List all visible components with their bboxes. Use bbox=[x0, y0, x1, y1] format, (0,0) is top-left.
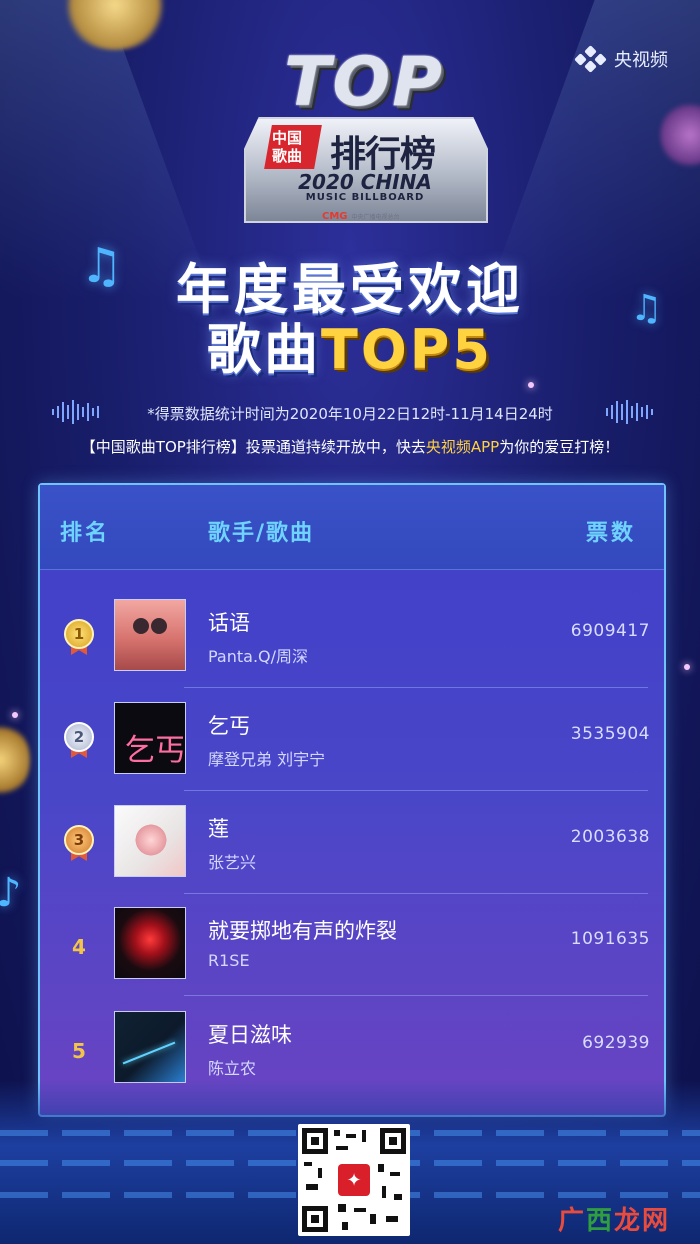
song-title: 乞丐 bbox=[208, 714, 250, 738]
gold-medal-icon: 1 bbox=[64, 619, 94, 657]
vote-cta-prefix: 【中国歌曲TOP排行榜】投票通道持续开放中，快去 bbox=[80, 438, 426, 456]
vote-cta: 【中国歌曲TOP排行榜】投票通道持续开放中，快去央视频APP为你的爱豆打榜！ bbox=[0, 436, 700, 457]
logo-year-line: 2020 CHINA bbox=[298, 170, 432, 194]
album-cover[interactable]: 乞丐 bbox=[114, 702, 186, 774]
artist-name: 张艺兴 bbox=[208, 853, 257, 872]
cmg-logo-text: CMG bbox=[322, 210, 348, 222]
album-cover[interactable] bbox=[114, 805, 186, 877]
brand-logo[interactable]: 央视频 bbox=[574, 45, 668, 73]
vote-count: 692939 bbox=[582, 1033, 650, 1053]
brand-name: 央视频 bbox=[614, 50, 668, 71]
artist-name: R1SE bbox=[208, 951, 250, 970]
logo-top-text: TOP bbox=[283, 42, 445, 122]
album-cover[interactable] bbox=[114, 599, 186, 671]
vote-count: 3535904 bbox=[570, 724, 650, 744]
stats-period-note: *得票数据统计时间为2020年10月22日12时-11月14日24时 bbox=[147, 405, 553, 423]
row-divider bbox=[184, 995, 648, 996]
headline-accent: TOP5 bbox=[321, 318, 493, 381]
artist-name: 陈立农 bbox=[208, 1059, 257, 1078]
headline-line2: 歌曲TOP5 bbox=[0, 305, 700, 384]
app-name-highlight[interactable]: 央视频APP bbox=[426, 438, 499, 456]
column-rank: 排名 bbox=[60, 521, 111, 546]
song-title: 就要掷地有声的炸裂 bbox=[208, 919, 397, 943]
silver-medal-icon: 2 bbox=[64, 722, 94, 760]
song-title: 夏日滋味 bbox=[208, 1023, 292, 1047]
cctv-video-icon: ✦ bbox=[338, 1164, 370, 1196]
watermark-char: 西 bbox=[585, 1206, 614, 1236]
logo-footer: CMG 中央广播电视总台 bbox=[322, 207, 422, 225]
rank-number: 5 bbox=[72, 1039, 86, 1063]
sparkle-dot bbox=[684, 664, 690, 670]
cctv-video-icon bbox=[574, 45, 607, 73]
logo-english-line: MUSIC BILLBOARD bbox=[305, 192, 425, 203]
bronze-medal-icon: 3 bbox=[64, 825, 94, 863]
column-votes: 票数 bbox=[585, 521, 636, 546]
vote-count: 2003638 bbox=[570, 827, 650, 847]
headline-prefix: 歌曲 bbox=[207, 318, 322, 381]
top-chart-logo: TOP 中国歌曲 排行榜 2020 CHINA MUSIC BILLBOARD … bbox=[230, 42, 498, 225]
ranking-table: 排名 歌手/歌曲 票数 1 话语 Panta.Q/周深 6909417 2 乞丐… bbox=[38, 483, 666, 1117]
table-row[interactable]: 3 莲 张艺兴 2003638 bbox=[40, 791, 664, 894]
watermark-text: 龙网 bbox=[613, 1206, 670, 1236]
spotlight-left bbox=[0, 720, 30, 800]
rank-number: 4 bbox=[72, 935, 86, 959]
table-row[interactable]: 4 就要掷地有声的炸裂 R1SE 1091635 bbox=[40, 893, 664, 996]
artist-name: Panta.Q/周深 bbox=[208, 647, 309, 666]
album-cover[interactable] bbox=[114, 1011, 186, 1083]
cmg-subtext: 中央广播电视总台 bbox=[351, 213, 400, 221]
album-cover[interactable] bbox=[114, 907, 186, 979]
table-row[interactable]: 1 话语 Panta.Q/周深 6909417 bbox=[40, 585, 664, 688]
music-note-icon: ♪ bbox=[0, 870, 22, 916]
artist-name: 摩登兄弟 刘宇宁 bbox=[208, 750, 326, 769]
song-title: 莲 bbox=[208, 817, 229, 841]
sparkle-dot bbox=[12, 712, 18, 718]
site-watermark: 广西龙网 bbox=[558, 1200, 670, 1237]
logo-cn-small: 中国歌曲 bbox=[272, 129, 303, 165]
song-title: 话语 bbox=[208, 611, 250, 635]
table-header: 排名 歌手/歌曲 票数 bbox=[40, 485, 664, 570]
vote-count: 6909417 bbox=[570, 621, 650, 641]
vote-count: 1091635 bbox=[570, 929, 650, 949]
column-artist-song: 歌手/歌曲 bbox=[208, 521, 315, 546]
qr-code[interactable]: ✦ bbox=[298, 1124, 410, 1236]
watermark-char: 广 bbox=[557, 1206, 586, 1236]
vote-cta-suffix: 为你的爱豆打榜！ bbox=[499, 438, 620, 456]
table-row[interactable]: 2 乞丐 乞丐 摩登兄弟 刘宇宁 3535904 bbox=[40, 688, 664, 791]
